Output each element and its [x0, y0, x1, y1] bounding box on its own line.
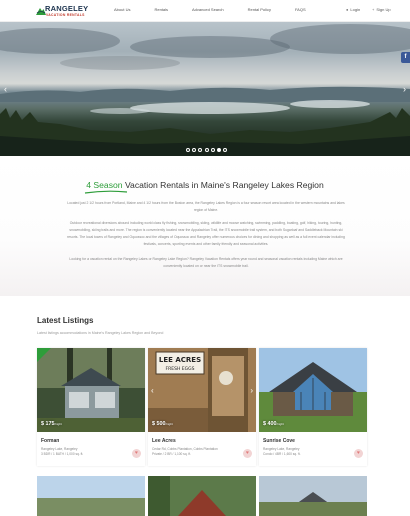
photo-prev-arrow-icon[interactable]: ‹	[151, 386, 154, 395]
listing-photo[interactable]: $ 175/night	[37, 348, 145, 432]
listing-name[interactable]: Forman	[41, 438, 59, 444]
svg-text:FRESH EGGS: FRESH EGGS	[166, 366, 195, 372]
logo-subtitle: VACATION RENTALS	[46, 13, 85, 17]
listing-price: $ 500/night	[152, 421, 173, 427]
listing-details: Private / 2 BR / 1,100 sq. ft.	[152, 452, 191, 456]
listing-location: Rangeley Lake, Rangeley	[263, 447, 300, 451]
listing-details: Condo / 4BR / 1,600 sq. ft.	[263, 452, 301, 456]
listing-card-partial[interactable]	[37, 476, 145, 516]
signup-label: Sign Up	[376, 7, 391, 12]
hero-pagination	[186, 148, 229, 152]
slide-dot[interactable]	[192, 148, 197, 152]
intro-title-text: Vacation Rentals in Maine's Rangeley Lak…	[122, 180, 324, 190]
intro-paragraph: Located just 2 1/2 hours from Portland, …	[67, 201, 345, 212]
listing-photo-partial	[37, 476, 145, 516]
user-plus-icon: +	[372, 7, 375, 12]
favorite-heart-icon[interactable]: ♥	[132, 449, 141, 458]
user-icon: ●	[346, 7, 349, 12]
listing-details: 3 BDR / 1 BATH / 1,000 sq. ft.	[41, 452, 84, 456]
listing-name[interactable]: Sunrise Cove	[263, 438, 295, 444]
listing-photo-partial	[148, 476, 256, 516]
featured-ribbon-icon	[37, 348, 51, 362]
facebook-icon[interactable]: f	[401, 52, 410, 63]
hero-prev-arrow-icon[interactable]: ‹	[4, 84, 7, 94]
signup-link[interactable]: + Sign Up	[372, 7, 391, 12]
intro-paragraph: Looking for a vacation rental on the Ran…	[69, 257, 343, 268]
nav-rentals[interactable]: Rentals	[154, 7, 168, 12]
cabin-photo	[37, 348, 145, 432]
slide-dot[interactable]	[223, 148, 228, 152]
slide-dot-active[interactable]	[216, 148, 221, 152]
nav-rental-policy[interactable]: Rental Policy	[248, 7, 271, 12]
listing-location: Cedar Rd, Cobbs Plantation, Cobbs Planta…	[152, 447, 218, 451]
intro-paragraph: Outdoor recreational diversions abound i…	[67, 221, 345, 246]
listing-name[interactable]: Lee Acres	[152, 438, 176, 444]
favorite-heart-icon[interactable]: ♥	[243, 449, 252, 458]
nav-advanced-search[interactable]: Advanced Search	[192, 7, 224, 12]
intro-title: 4 Season Vacation Rentals in Maine's Ran…	[0, 180, 410, 190]
hero-slider: ‹ › f	[0, 22, 410, 156]
photo-next-arrow-icon[interactable]: ›	[250, 386, 253, 395]
login-link[interactable]: ● Login	[346, 7, 360, 12]
svg-text:LEE ACRES: LEE ACRES	[159, 356, 201, 364]
title-underline-swoosh	[84, 190, 128, 194]
lodge-photo	[259, 348, 367, 432]
nav-about-us[interactable]: About Us	[114, 7, 130, 12]
cloud	[0, 28, 120, 54]
cloud	[130, 36, 290, 58]
listing-location: Rangeley Lake, Rangeley	[41, 447, 78, 451]
main-nav: About Us Rentals Advanced Search Rental …	[114, 7, 330, 12]
site-header: RANGELEY VACATION RENTALS About Us Renta…	[0, 0, 410, 22]
cloud	[270, 24, 410, 54]
slide-dot[interactable]	[186, 148, 190, 152]
favorite-heart-icon[interactable]: ♥	[354, 449, 363, 458]
listing-card-partial[interactable]	[259, 476, 367, 516]
site-logo[interactable]: RANGELEY VACATION RENTALS	[36, 3, 90, 19]
listing-photo[interactable]: LEE ACRES FRESH EGGS ‹ › $ 500/night	[148, 348, 256, 432]
intro-title-highlight: 4 Season	[86, 180, 123, 190]
listing-photo[interactable]: $ 400/night	[259, 348, 367, 432]
listing-card-forman[interactable]: $ 175/night Forman Rangeley Lake, Rangel…	[37, 348, 145, 466]
listing-card-sunrise-cove[interactable]: $ 400/night Sunrise Cove Rangeley Lake, …	[259, 348, 367, 466]
latest-listings-subtitle: Latest listings accommodations in Maine'…	[37, 331, 164, 335]
listing-card-lee-acres[interactable]: LEE ACRES FRESH EGGS ‹ › $ 500/night Lee…	[148, 348, 256, 466]
cloud	[60, 56, 180, 70]
listing-card-partial[interactable]	[148, 476, 256, 516]
lee-acres-sign-photo: LEE ACRES FRESH EGGS	[148, 348, 256, 432]
logo-title: RANGELEY	[45, 4, 89, 13]
nav-faqs[interactable]: FAQS	[295, 7, 306, 12]
listing-photo-partial	[259, 476, 367, 516]
latest-listings-title: Latest Listings	[37, 316, 94, 325]
slide-dot[interactable]	[210, 148, 215, 152]
listing-price: $ 400/night	[263, 421, 284, 427]
slide-dot[interactable]	[204, 148, 209, 152]
hero-next-arrow-icon[interactable]: ›	[403, 84, 406, 94]
intro-section: 4 Season Vacation Rentals in Maine's Ran…	[0, 156, 410, 296]
slide-dot[interactable]	[198, 148, 203, 152]
distant-mountains	[0, 86, 410, 102]
login-label: Login	[350, 7, 361, 12]
listing-price: $ 175/night	[41, 421, 62, 427]
